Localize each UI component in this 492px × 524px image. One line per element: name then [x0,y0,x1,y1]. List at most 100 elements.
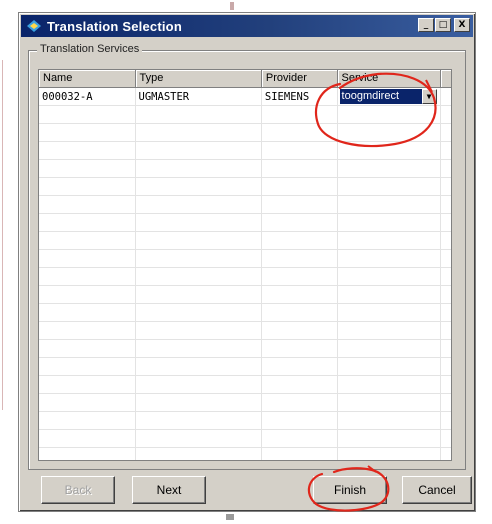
close-button[interactable]: X [454,18,470,32]
empty-table-row [39,412,451,430]
empty-table-row [39,358,451,376]
next-button[interactable]: Next [132,476,206,504]
cell-type: UGMASTER [136,88,262,105]
cell-service: toogmdirect ▼ [338,88,442,105]
maximize-button[interactable]: □ [435,18,451,32]
empty-table-row [39,340,451,358]
empty-table-row [39,304,451,322]
empty-cell [136,412,262,429]
empty-cell [262,394,338,411]
empty-cell [136,178,262,195]
window-title: Translation Selection [47,18,182,34]
empty-cell [262,214,338,231]
column-header-provider[interactable]: Provider [261,70,338,88]
chevron-down-icon[interactable]: ▼ [421,89,437,104]
empty-table-row [39,394,451,412]
empty-cell [39,196,136,213]
empty-table-row [39,250,451,268]
cancel-button[interactable]: Cancel [402,476,472,504]
empty-table-row [39,268,451,286]
empty-table-row [39,286,451,304]
column-header-service[interactable]: Service [337,70,442,88]
empty-cell [441,430,451,447]
empty-cell [338,214,442,231]
empty-cell [262,448,338,460]
empty-cell [441,232,451,249]
empty-cell [441,124,451,141]
empty-cell [338,340,442,357]
empty-cell [262,304,338,321]
empty-cell [136,304,262,321]
translation-services-group: Translation Services Name Type Provider … [28,43,466,470]
empty-cell [39,286,136,303]
empty-cell [338,394,442,411]
empty-cell [262,250,338,267]
empty-cell [136,268,262,285]
title-bar[interactable]: Translation Selection _ □ X [21,15,473,37]
empty-cell [441,268,451,285]
empty-cell [338,160,442,177]
table-header: Name Type Provider Service [39,70,451,88]
empty-cell [39,340,136,357]
service-selected-value[interactable]: toogmdirect [339,89,422,104]
empty-cell [39,268,136,285]
empty-cell [441,322,451,339]
empty-table-row [39,448,451,460]
empty-cell [136,214,262,231]
background-line-left [2,60,3,410]
empty-cell [262,376,338,393]
empty-cell [441,250,451,267]
back-button[interactable]: Back [41,476,115,504]
empty-table-row [39,322,451,340]
empty-cell [262,160,338,177]
empty-cell [262,358,338,375]
empty-cell [136,196,262,213]
column-header-name[interactable]: Name [39,70,136,88]
empty-cell [136,286,262,303]
empty-cell [441,196,451,213]
column-header-type[interactable]: Type [135,70,262,88]
empty-cell [441,214,451,231]
finish-button[interactable]: Finish [313,476,387,504]
empty-cell [441,394,451,411]
minimize-button[interactable]: _ [418,18,434,32]
empty-cell [39,142,136,159]
empty-cell [136,322,262,339]
empty-cell [338,358,442,375]
empty-cell [39,394,136,411]
empty-table-row [39,430,451,448]
empty-cell [136,358,262,375]
empty-cell [441,286,451,303]
empty-cell [338,232,442,249]
empty-cell [39,232,136,249]
empty-cell [441,178,451,195]
empty-table-row [39,124,451,142]
empty-cell [39,160,136,177]
empty-cell [39,322,136,339]
empty-table-row [39,232,451,250]
translation-selection-dialog: Translation Selection _ □ X Translation … [18,12,476,512]
empty-cell [39,106,136,123]
empty-cell [262,142,338,159]
app-icon [25,18,43,34]
empty-table-row [39,178,451,196]
empty-cell [39,124,136,141]
table-row[interactable]: 000032-A UGMASTER SIEMENS toogmdirect ▼ [39,88,451,106]
empty-cell [262,232,338,249]
empty-table-row [39,106,451,124]
empty-cell [441,106,451,123]
empty-cell [338,430,442,447]
empty-cell [136,124,262,141]
empty-cell [338,322,442,339]
empty-cell [39,214,136,231]
empty-cell [338,106,442,123]
services-table: Name Type Provider Service 000032-A UGMA… [38,69,452,461]
empty-table-row [39,142,451,160]
empty-table-row [39,214,451,232]
service-dropdown[interactable]: toogmdirect ▼ [339,89,437,104]
empty-cell [136,250,262,267]
empty-cell [39,358,136,375]
cell-provider: SIEMENS [262,88,338,105]
table-body: 000032-A UGMASTER SIEMENS toogmdirect ▼ [39,88,451,460]
empty-cell [338,448,442,460]
